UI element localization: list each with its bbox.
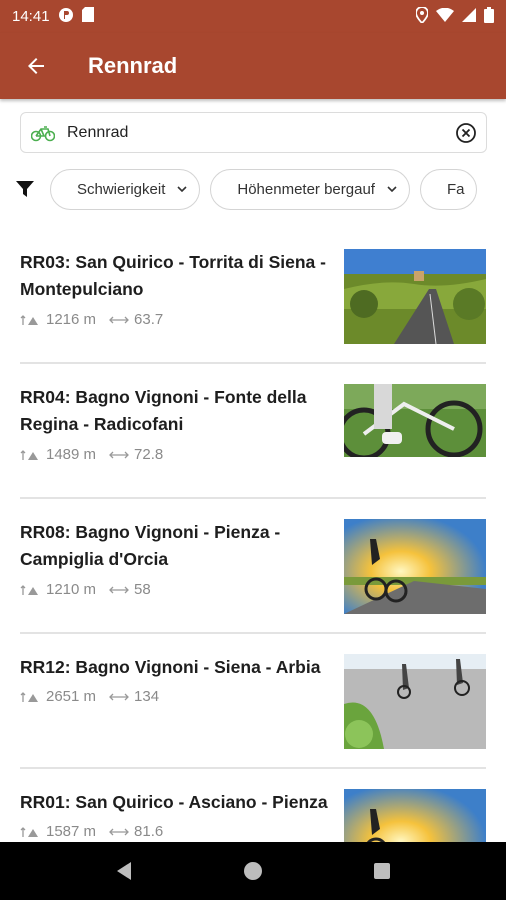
route-stats: 1210 m 58 xyxy=(20,581,163,598)
route-title: RR08: Bagno Vignoni - Pienza - Campiglia… xyxy=(20,522,281,569)
arrow-left-icon xyxy=(28,58,44,74)
distance-stat: 72.8 xyxy=(108,446,163,463)
distance-icon xyxy=(109,451,129,458)
system-navigation-bar xyxy=(0,842,506,900)
ascent-value: 2651 m xyxy=(46,688,97,705)
status-time: 14:41 xyxy=(12,8,50,25)
route-item[interactable]: RR03: San Quirico - Torrita di Siena - M… xyxy=(20,229,486,364)
route-stats: 1216 m 63.7 xyxy=(20,311,175,328)
funnel-icon xyxy=(16,181,34,197)
route-title: RR03: San Quirico - Torrita di Siena - M… xyxy=(20,252,326,299)
route-thumbnail xyxy=(344,519,486,614)
filter-chip-difficulty[interactable]: Schwierigkeit xyxy=(50,168,201,210)
square-recents-icon xyxy=(373,863,390,879)
circle-home-icon xyxy=(243,862,262,880)
filter-chip-label: Schwierigkeit xyxy=(77,180,166,198)
ascent-stat: 1489 m xyxy=(20,446,96,463)
ascent-value: 1216 m xyxy=(46,311,97,328)
filter-chip-elevation[interactable]: Höhenmeter bergauf xyxy=(210,168,410,210)
app-bar: Rennrad xyxy=(0,33,506,99)
battery-icon xyxy=(484,6,494,27)
ascent-icon xyxy=(20,584,38,595)
notification-icon xyxy=(58,7,74,27)
distance-value: 81.6 xyxy=(134,823,164,840)
route-thumbnail xyxy=(344,384,486,457)
ascent-stat: 1216 m xyxy=(20,311,96,328)
distance-value: 72.8 xyxy=(134,446,164,463)
route-thumbnail xyxy=(344,654,486,749)
ascent-stat: 2651 m xyxy=(20,688,96,705)
route-list: RR03: San Quirico - Torrita di Siena - M… xyxy=(0,229,506,900)
filter-chip-label: Fa xyxy=(446,180,465,198)
route-item[interactable]: RR04: Bagno Vignoni - Fonte della Regina… xyxy=(20,364,486,499)
bicycle-icon xyxy=(25,124,61,142)
location-icon xyxy=(415,5,429,27)
close-circle-icon xyxy=(456,122,476,143)
route-stats: 2651 m 134 xyxy=(20,688,171,705)
triangle-back-icon xyxy=(117,862,132,880)
wifi-icon xyxy=(436,7,454,26)
clear-search-button[interactable] xyxy=(446,112,486,153)
filter-chip-partial[interactable]: Fa xyxy=(419,168,478,210)
ascent-stat: 1210 m xyxy=(20,581,96,598)
status-bar: 14:41 xyxy=(0,0,506,33)
distance-stat: 134 xyxy=(108,688,159,705)
route-title: RR12: Bagno Vignoni - Siena - Arbia xyxy=(20,657,321,677)
ascent-icon xyxy=(20,449,38,460)
route-stats: 1489 m 72.8 xyxy=(20,446,175,463)
ascent-stat: 1587 m xyxy=(20,823,96,840)
search-field[interactable]: Rennrad xyxy=(20,112,487,153)
distance-icon xyxy=(109,586,129,593)
back-button[interactable] xyxy=(0,33,72,99)
route-thumbnail xyxy=(344,249,486,344)
signal-icon xyxy=(462,7,476,26)
route-title: RR04: Bagno Vignoni - Fonte della Regina… xyxy=(20,387,307,434)
distance-value: 58 xyxy=(134,581,151,598)
distance-icon xyxy=(109,316,129,323)
distance-value: 134 xyxy=(134,688,160,705)
nav-back-button[interactable] xyxy=(99,846,149,896)
page-title: Rennrad xyxy=(88,53,178,78)
nav-home-button[interactable] xyxy=(228,846,278,896)
route-item[interactable]: RR08: Bagno Vignoni - Pienza - Campiglia… xyxy=(20,499,486,634)
ascent-value: 1210 m xyxy=(46,581,97,598)
ascent-value: 1489 m xyxy=(46,446,97,463)
route-stats: 1587 m 81.6 xyxy=(20,823,175,840)
search-input[interactable]: Rennrad xyxy=(67,124,446,142)
ascent-icon xyxy=(20,826,38,837)
route-item[interactable]: RR12: Bagno Vignoni - Siena - Arbia 2651… xyxy=(20,634,486,769)
distance-icon xyxy=(109,693,129,700)
distance-stat: 81.6 xyxy=(108,823,163,840)
filter-chip-label: Höhenmeter bergauf xyxy=(237,180,375,198)
filter-button[interactable] xyxy=(0,179,50,199)
ascent-icon xyxy=(20,314,38,325)
chevron-down-icon xyxy=(177,186,187,192)
nav-recents-button[interactable] xyxy=(357,846,407,896)
distance-icon xyxy=(109,828,129,835)
sd-card-icon xyxy=(81,7,94,26)
ascent-value: 1587 m xyxy=(46,823,97,840)
ascent-icon xyxy=(20,691,38,702)
filter-row: Schwierigkeit Höhenmeter bergauf Fa xyxy=(0,167,506,211)
route-title: RR01: San Quirico - Asciano - Pienza xyxy=(20,792,328,812)
distance-stat: 63.7 xyxy=(108,311,163,328)
distance-value: 63.7 xyxy=(134,311,164,328)
distance-stat: 58 xyxy=(108,581,151,598)
chevron-down-icon xyxy=(387,186,397,192)
